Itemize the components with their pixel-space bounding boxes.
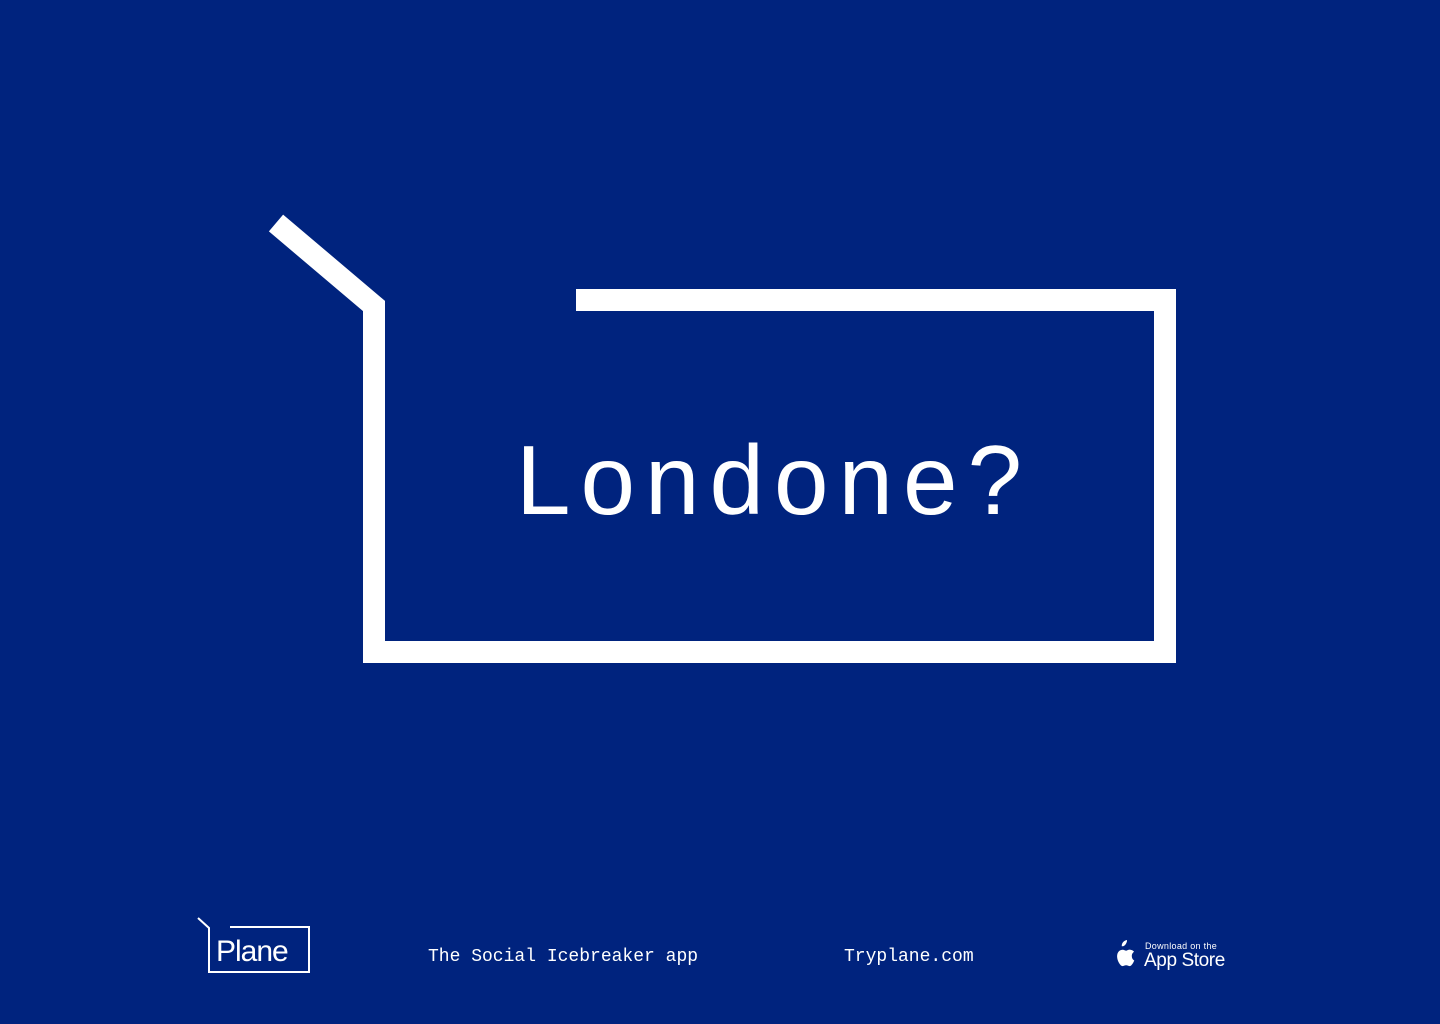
headline: Londone? [515,425,1033,535]
website-link[interactable]: Tryplane.com [844,945,974,969]
logo-text: Plane [216,935,289,968]
plane-logo[interactable]: Plane [192,914,314,978]
tagline: The Social Icebreaker app [428,947,699,967]
app-store-badge[interactable]: Download on the App Store [1112,938,1236,978]
page: { "colors": { "background": "#00237e", "… [0,0,1440,1024]
app-store-big-text: App Store [1144,950,1225,971]
apple-logo-icon [1117,940,1135,967]
speech-bubble-tail [268,214,385,652]
